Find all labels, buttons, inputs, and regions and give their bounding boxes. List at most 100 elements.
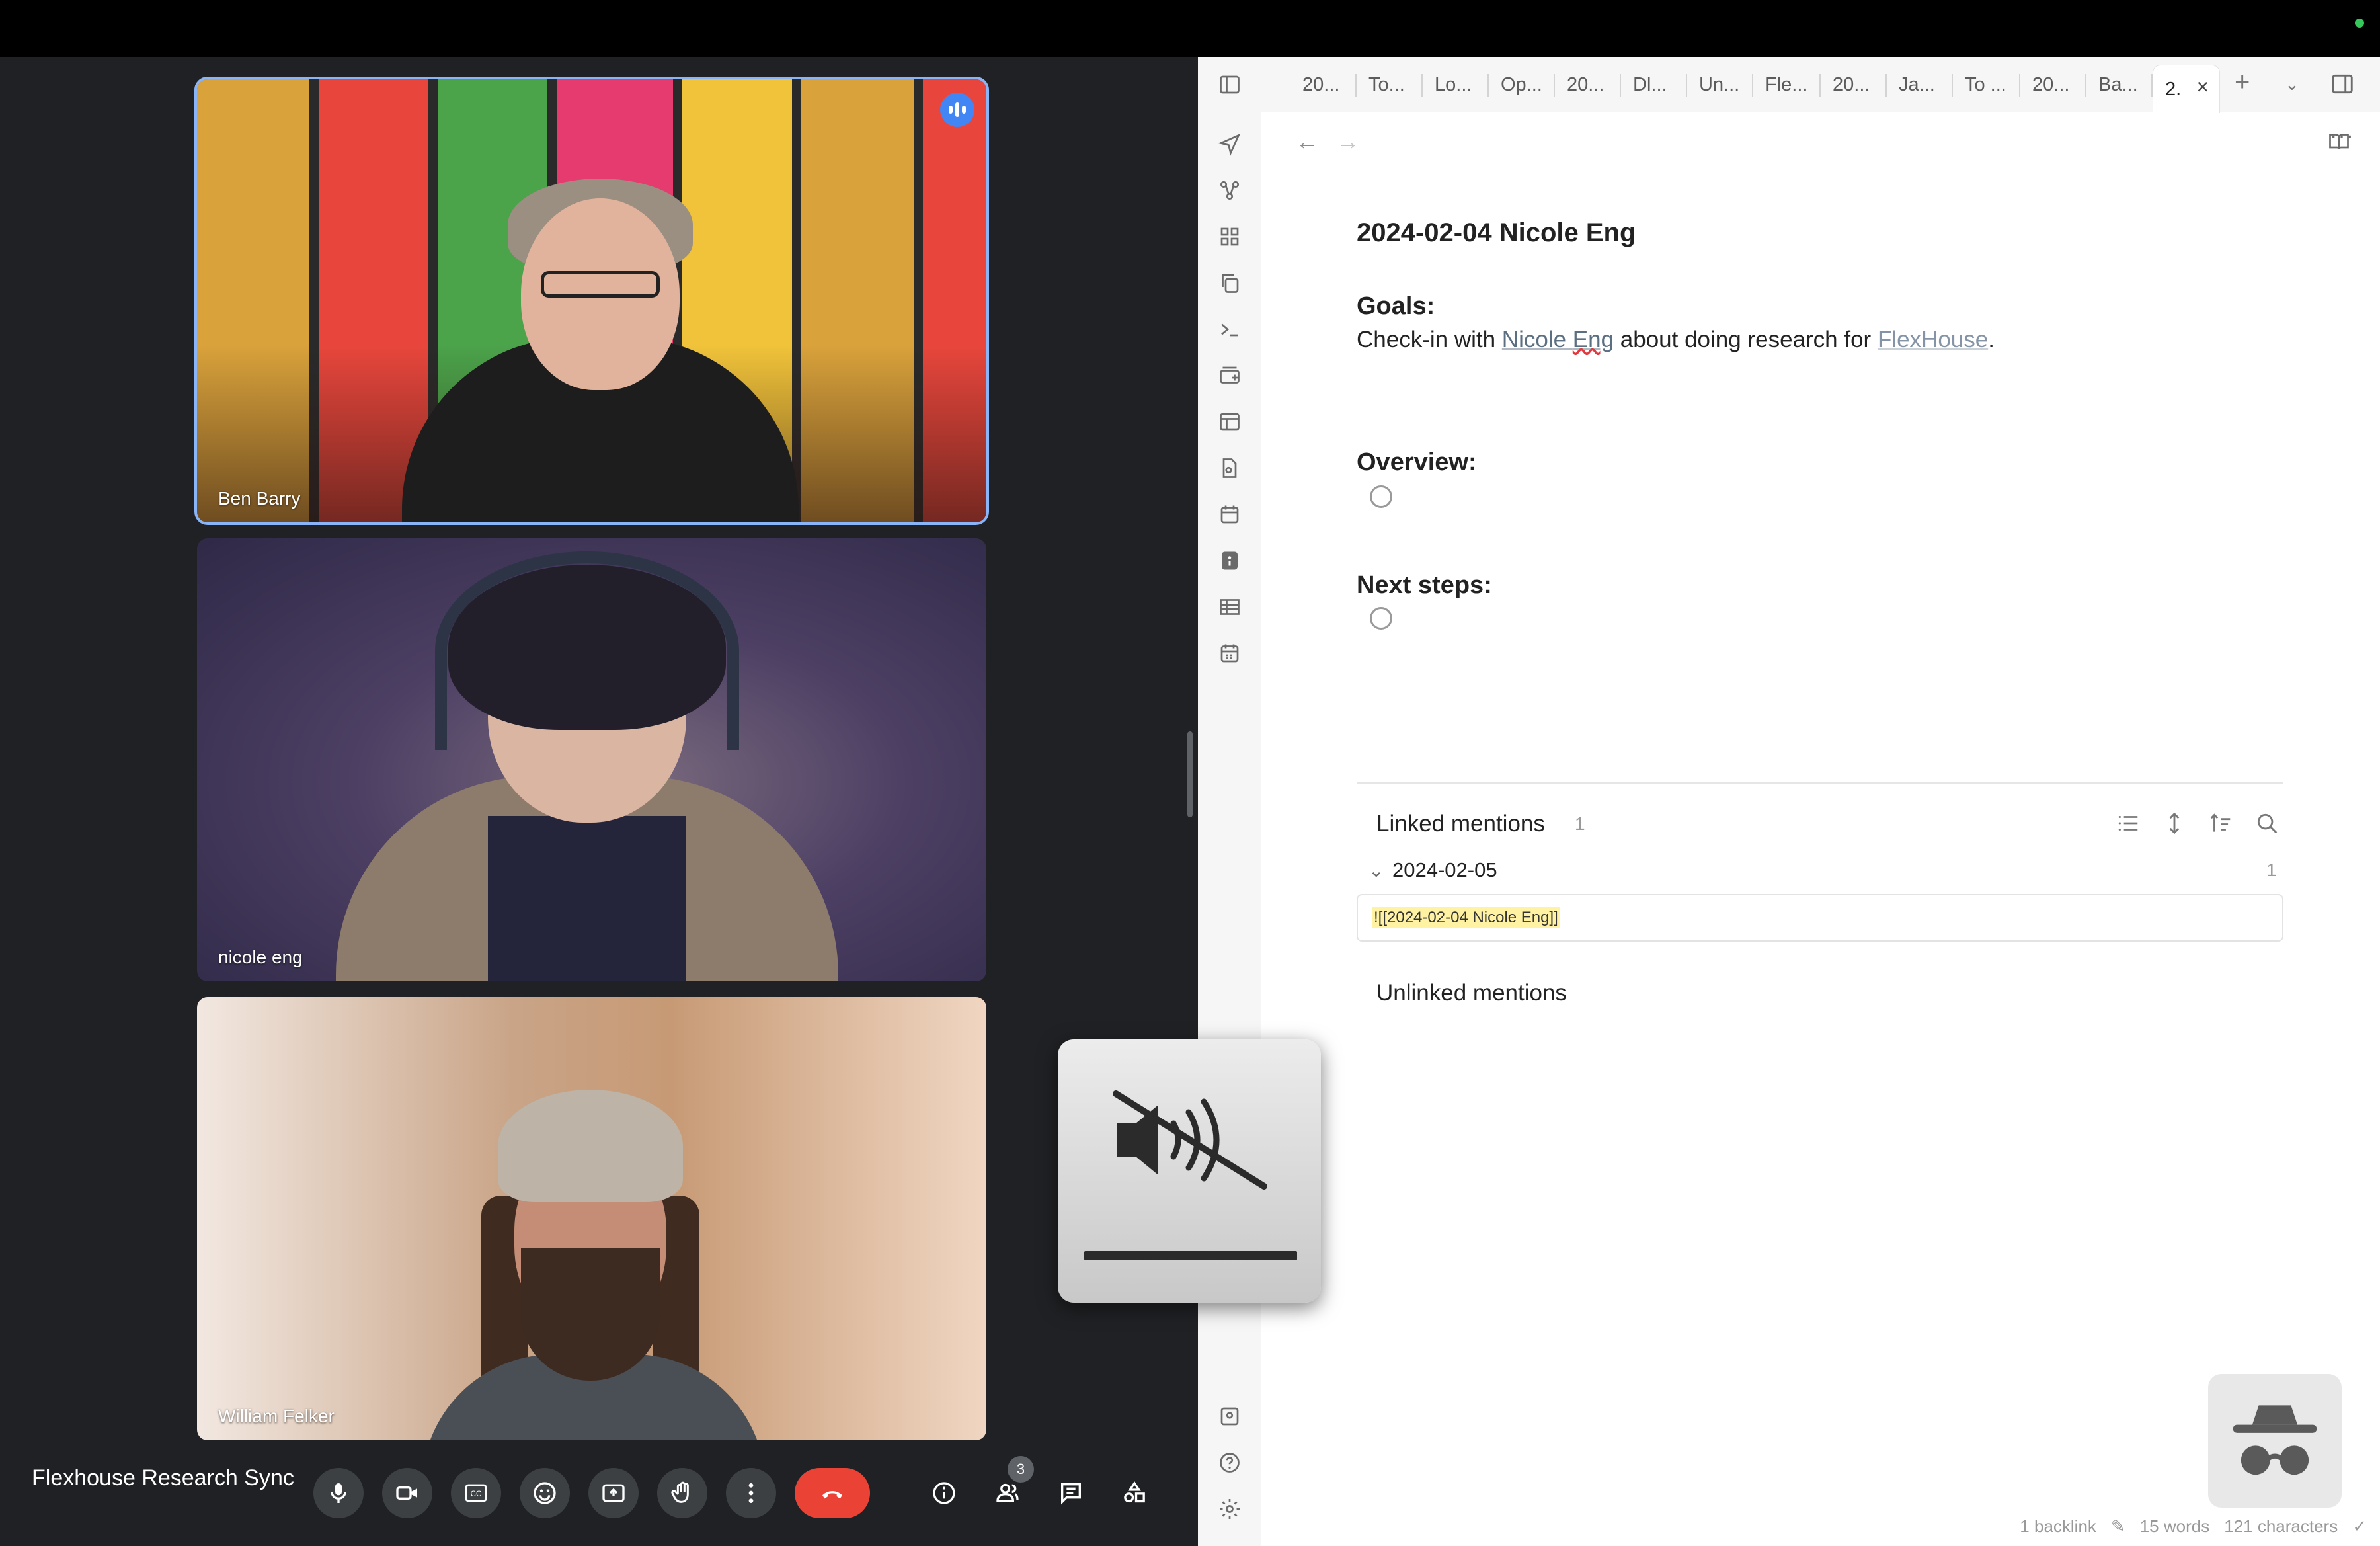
forward-arrow-icon[interactable]: → [1337,130,1359,155]
tab[interactable]: 20... [2020,66,2086,103]
tab[interactable]: To... [1357,66,1423,103]
back-arrow-icon[interactable]: ← [1296,130,1318,155]
people-icon [996,1483,1019,1502]
pane-splitter[interactable] [1183,57,1198,1546]
tab[interactable]: Un... [1687,66,1753,103]
info-icon [933,1482,955,1504]
splitter-handle[interactable] [1187,731,1193,817]
goals-paragraph[interactable]: Check-in with Nicole Eng about doing res… [1357,327,1995,353]
captions-button[interactable]: CC [451,1468,501,1518]
volume-level-bar [1084,1251,1297,1260]
ribbon-copy[interactable] [1216,270,1243,296]
search-backlinks-button[interactable] [2254,811,2281,837]
backlink-snippet: ![[2024-02-04 Nicole Eng]] [1372,907,1560,928]
ribbon-send[interactable] [1216,131,1243,157]
task-checkbox[interactable] [1370,485,1392,508]
tab-label: 2. [2165,78,2182,100]
graph-icon [1220,181,1240,200]
text: about doing research for [1614,327,1878,352]
ribbon-graph[interactable] [1216,177,1243,204]
ribbon-daily-note[interactable] [1216,640,1243,667]
backlink-result[interactable]: ![[2024-02-04 Nicole Eng]] [1357,894,2283,942]
ribbon-canvas[interactable] [1216,224,1243,250]
raise-hand-button[interactable] [657,1468,707,1518]
toggle-right-sidebar-button[interactable] [2330,71,2356,98]
toggle-sidebar-button[interactable] [1216,71,1243,98]
camera-button[interactable] [382,1468,432,1518]
sort-icon [2210,813,2231,832]
video-beard [521,1248,660,1381]
close-tab-icon[interactable]: × [2196,75,2209,99]
tab[interactable]: Fle... [1753,66,1821,103]
incognito-icon [2233,1405,2317,1475]
tab[interactable]: 20... [1290,66,1357,103]
tab[interactable]: Ja... [1887,66,1953,103]
chevron-down-icon[interactable]: ⌄ [1368,860,1384,881]
tab-list-chevron-icon[interactable]: ⌄ [2285,74,2299,95]
ribbon-calendar[interactable] [1216,501,1243,528]
emoji-icon [534,1482,556,1504]
tab[interactable]: 20... [1821,66,1887,103]
internal-link-nicole-eng[interactable]: Nicole Eng [1502,327,1614,352]
mic-button[interactable] [313,1468,364,1518]
ribbon-table[interactable] [1216,594,1243,620]
tab-bar: 20... To... Lo... Op... 20... Dl... Un..… [1261,57,2380,113]
backlink-count[interactable]: 1 backlink [2020,1516,2096,1537]
activities-button[interactable] [1109,1468,1160,1518]
new-tab-icon[interactable]: + [2235,67,2250,97]
tab[interactable]: 20... [1555,66,1621,103]
calendar-grid-icon [1220,644,1239,663]
linked-mentions-count: 1 [1575,813,1585,834]
incognito-indicator [2208,1374,2342,1508]
heading-next-steps[interactable]: Next steps: [1357,571,1492,600]
ribbon-layout[interactable] [1216,409,1243,435]
tab[interactable]: To ... [1953,66,2020,103]
linked-mentions-title[interactable]: Linked mentions [1376,811,1545,837]
task-checkbox[interactable] [1370,607,1392,630]
heading-overview[interactable]: Overview: [1357,448,1477,477]
text: Check-in with [1357,327,1502,352]
help-button[interactable] [1216,1449,1243,1476]
tab[interactable]: Ba... [2086,66,2153,103]
participant-tile-nicole-eng[interactable]: nicole eng [197,538,986,981]
ribbon-plugin[interactable] [1216,548,1243,574]
more-options-button[interactable] [726,1468,776,1518]
meeting-info-button[interactable] [919,1468,969,1518]
chat-button[interactable] [1046,1468,1096,1518]
more-options-icon[interactable]: ··· [2330,123,2354,149]
camera-icon [396,1486,417,1500]
heading-goals[interactable]: Goals: [1357,292,1435,321]
word-count[interactable]: 15 words [2140,1516,2210,1537]
collapse-results-button[interactable] [2116,811,2142,837]
participant-tile-william-felker[interactable]: William Felker [197,997,986,1440]
note-title[interactable]: 2024-02-04 Nicole Eng [1357,218,1636,248]
emoji-button[interactable] [520,1468,570,1518]
obsidian-window: 20... To... Lo... Op... 20... Dl... Un..… [1198,57,2380,1546]
backlink-file-count: 1 [2266,860,2277,880]
participant-name: William Felker [218,1406,335,1426]
tab[interactable]: Dl... [1621,66,1687,103]
participant-tile-ben-barry[interactable]: Ben Barry [194,77,989,525]
ribbon-vault-switcher[interactable] [1216,1403,1243,1430]
more-options-icon [748,1483,754,1503]
unlinked-mentions-title[interactable]: Unlinked mentions [1376,980,1567,1006]
backlink-file-name[interactable]: 2024-02-05 [1392,858,1497,882]
ribbon-terminal[interactable] [1216,316,1243,343]
internal-link-flexhouse[interactable]: FlexHouse [1878,327,1988,352]
ribbon-file-search[interactable] [1216,455,1243,481]
present-button[interactable] [588,1468,639,1518]
sort-button[interactable] [2208,811,2235,837]
end-call-icon [822,1491,842,1499]
vault-icon [1220,1407,1239,1426]
settings-button[interactable] [1216,1496,1243,1522]
end-call-button[interactable] [795,1468,870,1518]
tab[interactable]: Op... [1489,66,1555,103]
plugin-icon [1222,551,1238,570]
show-more-context-button[interactable] [2162,811,2188,837]
ribbon-new-card[interactable] [1216,362,1243,389]
pencil-icon[interactable]: ✎ [2111,1516,2125,1537]
tab-active[interactable]: 2. × [2153,65,2220,113]
tab[interactable]: Lo... [1423,66,1489,103]
sync-check-icon[interactable]: ✓ [2352,1516,2367,1537]
expand-vertical-icon [2169,812,2180,834]
